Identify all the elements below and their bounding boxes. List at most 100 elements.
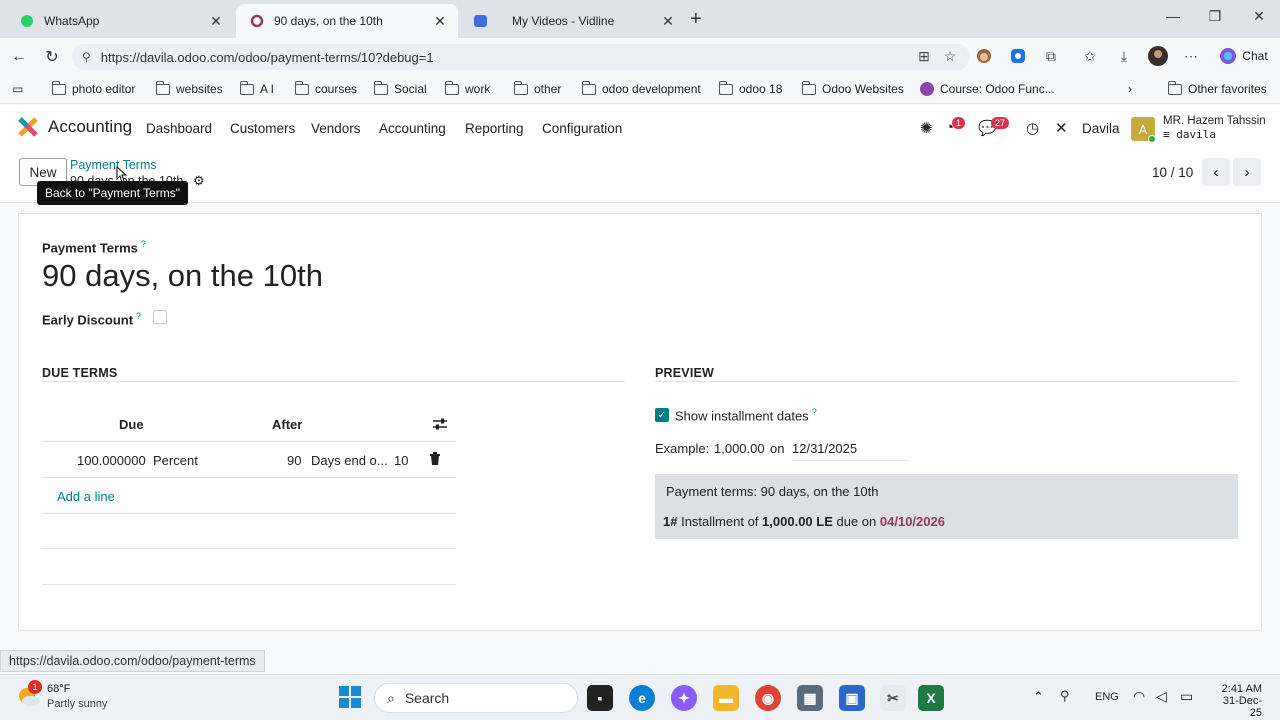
windows-start-icon[interactable] [339, 686, 361, 711]
other-favorites[interactable]: Other favorites [1167, 80, 1267, 96]
example-amount-input[interactable]: 1,000.00 [714, 441, 765, 456]
bookmark-label: odoo 18 [739, 82, 783, 96]
profile-avatar[interactable] [1148, 46, 1168, 66]
folder-icon [294, 80, 309, 95]
col-after-header[interactable]: After [272, 417, 302, 432]
days-cell[interactable]: 90 [287, 453, 301, 468]
bookmark-odoo-websites[interactable]: Odoo Websites [801, 80, 904, 96]
app-available-icon[interactable]: ⊞ [914, 46, 934, 66]
divider [42, 381, 625, 382]
url-text[interactable]: https://davila.odoo.com/odoo/payment-ter… [101, 50, 434, 65]
user-menu[interactable]: MR. Hazem Tahssin ≡ davila [1163, 115, 1266, 141]
due-type-cell[interactable]: Percent [153, 453, 198, 468]
payment-term-name-input[interactable]: 90 days, on the 10th [42, 258, 323, 294]
close-window-icon[interactable]: ✕ [1249, 8, 1269, 25]
add-line-link[interactable]: Add a line [57, 489, 115, 504]
bookmark-ai[interactable]: A I [239, 80, 274, 96]
windows-taskbar: 1 68°F Partly sunny ⌕ Search ▪ e ✦ ▬ ◉ ▦… [0, 674, 1280, 720]
tab-payment-terms[interactable]: 90 days, on the 10th ✕ [236, 4, 458, 38]
tab-vidline[interactable]: My Videos - Vidline ✕ [460, 4, 686, 38]
close-tab-icon[interactable]: ✕ [660, 13, 676, 30]
bookmark-work[interactable]: work [444, 80, 490, 96]
bookmark-photo-editor[interactable]: photo editor [51, 80, 135, 96]
menu-accounting[interactable]: Accounting [379, 121, 446, 136]
calculator-icon[interactable]: ▦ [797, 685, 823, 711]
help-tooltip-icon[interactable]: ? [136, 311, 141, 321]
delay-type-cell[interactable]: Days end o... [311, 453, 388, 468]
favorite-star-icon[interactable]: ☆ [940, 46, 960, 66]
chevron-right-icon[interactable]: › [1128, 82, 1132, 96]
menu-vendors[interactable]: Vendors [311, 121, 361, 136]
reload-icon[interactable]: ↻ [41, 46, 63, 68]
bookmark-course-odoo[interactable]: Course: Odoo Func... [920, 82, 1055, 96]
battery-icon[interactable]: ▭ [1180, 688, 1193, 705]
installment-number: 1# [663, 514, 678, 529]
minimize-icon[interactable]: — [1163, 8, 1183, 24]
sidebar-toggle-icon[interactable]: ▭ [12, 82, 23, 96]
restore-icon[interactable]: ❐ [1205, 8, 1225, 25]
control-panel: New Payment Terms 90 days, on the 10th ⚙ [0, 151, 1280, 203]
copilot-taskbar-icon[interactable]: ✦ [671, 685, 697, 711]
extension-monkey-icon[interactable] [974, 46, 994, 66]
more-icon[interactable]: ⋯ [1181, 46, 1201, 66]
site-info-icon[interactable]: ⚲ [82, 50, 91, 64]
help-tooltip-icon[interactable]: ? [812, 407, 817, 417]
optional-columns-icon[interactable] [432, 416, 448, 435]
store-icon[interactable]: ▣ [839, 685, 865, 711]
pager-next-button[interactable]: › [1233, 158, 1261, 186]
extension-blue-icon[interactable] [1008, 46, 1028, 66]
example-date-input[interactable]: 12/31/2025 [792, 441, 857, 456]
bookmark-odoo-18[interactable]: odoo 18 [718, 80, 783, 96]
favorites-icon[interactable]: ✩ [1080, 46, 1100, 66]
early-discount-checkbox[interactable] [153, 310, 167, 324]
bookmark-websites[interactable]: websites [155, 80, 223, 96]
menu-customers[interactable]: Customers [230, 121, 295, 136]
chrome-icon[interactable]: ◉ [755, 685, 781, 711]
close-tab-icon[interactable]: ✕ [432, 13, 448, 30]
snipping-tool-icon[interactable]: ✂ [880, 685, 906, 711]
trash-icon[interactable] [429, 452, 441, 469]
bookmark-other[interactable]: other [513, 80, 561, 96]
day-of-month-cell[interactable]: 10 [394, 453, 408, 468]
bookmark-courses[interactable]: courses [294, 80, 357, 96]
edge-icon[interactable]: e [629, 685, 655, 711]
excel-icon[interactable]: X [918, 685, 944, 711]
tray-network-icon[interactable]: ⚲ [1060, 688, 1070, 704]
close-tab-icon[interactable]: ✕ [208, 13, 224, 30]
timer-icon[interactable]: ◷ [1026, 119, 1039, 137]
extensions-icon[interactable]: ⧉ [1041, 46, 1061, 66]
chat-button[interactable]: Chat [1215, 46, 1271, 66]
omnibox[interactable]: ⚲ https://davila.odoo.com/odoo/payment-t… [72, 44, 970, 70]
weather-text: Partly sunny [47, 698, 108, 710]
menu-configuration[interactable]: Configuration [542, 121, 622, 136]
new-tab-icon[interactable]: + [690, 8, 702, 31]
volume-icon[interactable]: ◁ [1156, 688, 1167, 705]
gear-icon[interactable]: ⚙ [193, 173, 205, 189]
back-icon[interactable]: ← [8, 46, 30, 68]
debug-bug-icon[interactable]: ✺ [920, 119, 933, 137]
wifi-icon[interactable]: ◠ [1133, 688, 1145, 705]
menu-dashboard[interactable]: Dashboard [146, 121, 212, 136]
company-switcher[interactable]: Davila [1082, 121, 1120, 136]
clock[interactable]: 2:41 AM 31-Dec-25 [1214, 683, 1262, 719]
tools-icon[interactable]: ✕ [1055, 119, 1068, 137]
language-indicator[interactable]: ENG [1095, 691, 1119, 703]
due-value-cell[interactable]: 100.000000 [77, 453, 146, 468]
pager-previous-button[interactable]: ‹ [1202, 158, 1230, 186]
show-installment-checkbox[interactable]: ✓ [655, 408, 669, 422]
help-tooltip-icon[interactable]: ? [141, 239, 146, 249]
task-view-icon[interactable]: ▪ [587, 685, 613, 711]
example-on-label: on [770, 441, 785, 456]
tab-whatsapp[interactable]: WhatsApp ✕ [6, 4, 234, 38]
downloads-icon[interactable]: ⤓ [1114, 46, 1134, 66]
file-explorer-icon[interactable]: ▬ [713, 685, 739, 711]
taskbar-search[interactable]: ⌕ Search [374, 683, 578, 713]
label-text: Early Discount [42, 312, 134, 328]
tray-chevron-up-icon[interactable]: ⌃ [1033, 689, 1044, 705]
col-due-header[interactable]: Due [119, 417, 144, 432]
menu-reporting[interactable]: Reporting [465, 121, 524, 136]
bookmark-odoo-development[interactable]: odoo development [581, 80, 701, 96]
bookmark-social[interactable]: Social [373, 80, 427, 96]
messages-badge: 27 [991, 117, 1010, 129]
app-brand[interactable]: Accounting [18, 117, 132, 137]
